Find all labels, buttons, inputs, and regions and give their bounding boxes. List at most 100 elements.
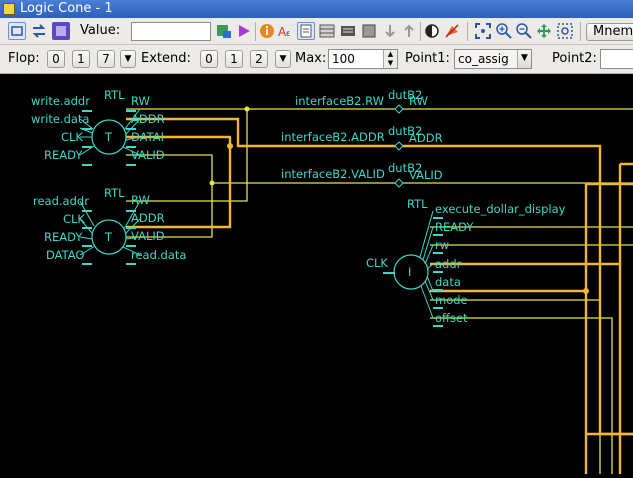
fit-icon[interactable] bbox=[474, 22, 492, 40]
max-input[interactable]: 100 ▲ ▼ bbox=[328, 49, 398, 69]
interface-valid-marker bbox=[394, 178, 404, 188]
port-data-3: data bbox=[435, 275, 461, 289]
extend-label: Extend: bbox=[141, 51, 191, 66]
contrast-icon[interactable] bbox=[423, 22, 441, 40]
value-input[interactable] bbox=[131, 22, 211, 41]
junction-dot bbox=[583, 288, 589, 294]
toolbar-main: Value: Aε Mnem bbox=[0, 18, 633, 45]
interface-addr-marker bbox=[394, 141, 404, 151]
port-read-addr: read.addr bbox=[33, 194, 89, 208]
interface-addr-net: interfaceB2.ADDR bbox=[281, 130, 385, 144]
block-i-tag: RTL bbox=[407, 197, 428, 211]
bus-addr-right bbox=[618, 162, 633, 264]
point2-label: Point2: bbox=[552, 51, 597, 66]
wire-mode-out bbox=[430, 299, 601, 474]
block-t-write-tag: RTL bbox=[104, 88, 125, 102]
schematic-canvas[interactable]: T RTL write.addr write.data CLK READY RW… bbox=[0, 74, 633, 474]
port-ready-2: READY bbox=[44, 230, 83, 244]
block-t-read-tag: RTL bbox=[104, 186, 125, 200]
flop-label: Flop: bbox=[8, 51, 40, 66]
extend-0-button[interactable]: 0 bbox=[200, 50, 218, 68]
extend-2-button[interactable]: 2 bbox=[250, 50, 268, 68]
block-i-monitor[interactable]: I RTL CLK execute_dollar_display READY r… bbox=[366, 197, 566, 327]
wire-offset-out bbox=[430, 317, 613, 474]
point1-select[interactable]: co_assig ▼ bbox=[454, 49, 532, 69]
port-clk: CLK bbox=[61, 130, 83, 144]
max-label: Max: bbox=[295, 51, 327, 66]
junction-dot bbox=[209, 180, 215, 186]
port-clk-3: CLK bbox=[366, 256, 388, 270]
block-t-write-symbol: T bbox=[104, 130, 113, 144]
interface-rw-marker bbox=[394, 104, 404, 114]
port-addr-3: addr bbox=[435, 257, 462, 271]
text-annotate-icon[interactable]: Aε bbox=[277, 22, 295, 40]
port-write-data: write.data bbox=[31, 112, 89, 126]
port-datai: DATAI bbox=[131, 130, 164, 144]
forward-icon[interactable] bbox=[235, 22, 253, 40]
window-title: Logic Cone - 1 bbox=[20, 1, 113, 16]
port-offset-3: offset bbox=[435, 311, 468, 325]
point2-select[interactable] bbox=[600, 49, 633, 69]
port-rw-3: rw bbox=[435, 238, 449, 252]
extend-1-button[interactable]: 1 bbox=[225, 50, 243, 68]
trace-up-icon[interactable] bbox=[400, 22, 418, 40]
point1-label: Point1: bbox=[405, 51, 450, 66]
grid-icon[interactable] bbox=[318, 22, 336, 40]
port-execute-dollar-display: execute_dollar_display bbox=[435, 202, 566, 216]
port-write-addr: write.addr bbox=[31, 94, 90, 108]
document-icon[interactable] bbox=[297, 22, 315, 40]
port-addr-2: ADDR bbox=[131, 211, 165, 225]
value-picker-icon[interactable] bbox=[215, 22, 233, 40]
port-datao: DATAO bbox=[46, 248, 84, 262]
port-valid-2: VALID bbox=[131, 229, 165, 243]
flop-1-button[interactable]: 1 bbox=[72, 50, 90, 68]
port-ready: READY bbox=[44, 148, 83, 162]
junction-dot bbox=[227, 143, 233, 149]
zoom-box-icon[interactable] bbox=[556, 22, 574, 40]
pan-icon[interactable] bbox=[535, 22, 553, 40]
port-rw: RW bbox=[131, 94, 150, 108]
max-spinner[interactable]: ▲ ▼ bbox=[383, 50, 397, 68]
interface-valid-port: VALID bbox=[409, 168, 443, 182]
select-mode-icon[interactable] bbox=[8, 22, 26, 40]
zoom-out-icon[interactable] bbox=[515, 22, 533, 40]
interface-addr-port: ADDR bbox=[409, 131, 443, 145]
flop-7-button[interactable]: 7 bbox=[97, 50, 115, 68]
block-i-symbol: I bbox=[408, 265, 411, 279]
swap-icon[interactable] bbox=[30, 22, 48, 40]
schematic-svg: T RTL write.addr write.data CLK READY RW… bbox=[31, 88, 633, 474]
port-valid: VALID bbox=[131, 148, 165, 162]
interface-rw-net: interfaceB2.RW bbox=[295, 94, 384, 108]
block-t-read[interactable]: T RTL read.addr CLK READY DATAO RW ADDR … bbox=[33, 186, 186, 265]
app-icon bbox=[3, 3, 15, 15]
max-value: 100 bbox=[332, 52, 355, 66]
mnemonic-button[interactable]: Mnem bbox=[586, 23, 633, 41]
svg-text:ε: ε bbox=[286, 29, 290, 38]
point1-dropdown-button[interactable]: ▼ bbox=[517, 50, 531, 68]
window-titlebar: Logic Cone - 1 bbox=[0, 0, 633, 18]
interface-valid-net: interfaceB2.VALID bbox=[281, 167, 385, 181]
trace-down-icon[interactable] bbox=[381, 22, 399, 40]
port-read-data: read.data bbox=[131, 248, 186, 262]
port-clk-2: CLK bbox=[63, 212, 85, 226]
zoom-in-icon[interactable] bbox=[495, 22, 513, 40]
flop-dropdown-button[interactable]: ▼ bbox=[120, 50, 136, 68]
block-t-write[interactable]: T RTL write.addr write.data CLK READY RW… bbox=[31, 88, 165, 166]
port-clk-3-stub bbox=[383, 272, 395, 274]
run-icon[interactable] bbox=[52, 22, 70, 40]
clear-icon[interactable] bbox=[443, 22, 461, 40]
value-label: Value: bbox=[80, 23, 121, 38]
memory-icon[interactable] bbox=[360, 22, 378, 40]
port-rw-2: RW bbox=[131, 193, 150, 207]
bus-icon[interactable] bbox=[339, 22, 357, 40]
port-mode-3: mode bbox=[435, 293, 468, 307]
extend-dropdown-button[interactable]: ▼ bbox=[275, 50, 291, 68]
port-ready-3: READY bbox=[435, 220, 474, 234]
point1-value: co_assig bbox=[458, 52, 509, 66]
info-icon[interactable] bbox=[258, 22, 276, 40]
block-t-read-symbol: T bbox=[104, 230, 113, 244]
port-addr: ADDR bbox=[131, 112, 165, 126]
interface-rw-port: RW bbox=[409, 94, 428, 108]
flop-0-button[interactable]: 0 bbox=[47, 50, 65, 68]
toolbar-options: Flop: 0 1 7 ▼ Extend: 0 1 2 ▼ Max: 100 ▲… bbox=[0, 45, 633, 74]
